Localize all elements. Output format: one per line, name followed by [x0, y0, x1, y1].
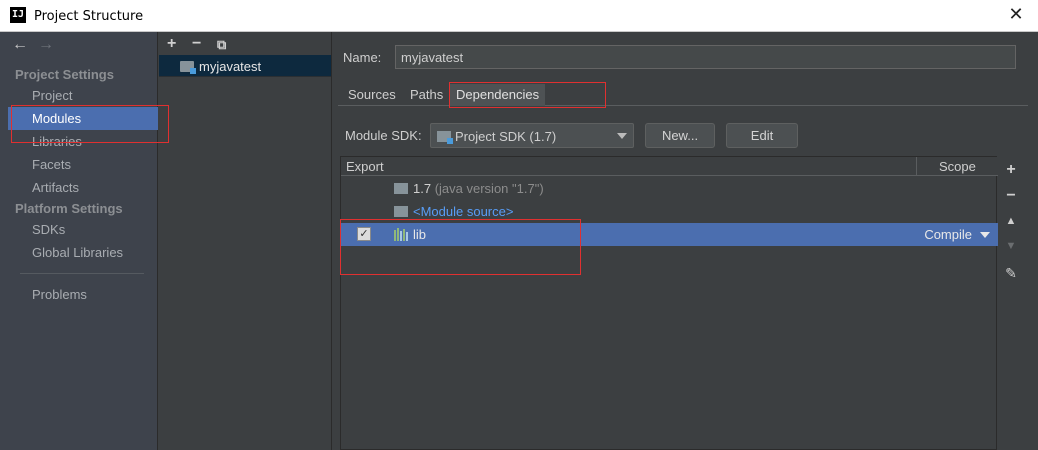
sidebar-item-global-libraries[interactable]: Global Libraries: [8, 241, 158, 264]
module-folder-icon: [180, 61, 196, 74]
module-source-folder-icon: [394, 206, 408, 217]
title-bar: IJ Project Structure ✕: [0, 0, 1038, 32]
module-list-panel: + − ⧉ myjavatest: [159, 32, 332, 450]
sidebar-item-problems[interactable]: Problems: [8, 283, 158, 306]
remove-dependency-icon[interactable]: −: [1001, 187, 1021, 205]
table-row[interactable]: <Module source>: [341, 200, 998, 223]
library-icon: [394, 228, 410, 244]
header-export[interactable]: Export: [346, 159, 384, 174]
sidebar-item-sdks[interactable]: SDKs: [8, 218, 158, 241]
sidebar-divider: [20, 273, 144, 274]
module-name-input[interactable]: [395, 45, 1016, 69]
sdk-folder-icon: [437, 131, 453, 144]
window-title: Project Structure: [34, 9, 144, 24]
dependency-name: 1.7 (java version "1.7"): [413, 181, 544, 196]
back-arrow-icon[interactable]: ←: [12, 36, 28, 54]
sidebar-item-facets[interactable]: Facets: [8, 153, 158, 176]
settings-sidebar: ← → Project Settings Project Modules Lib…: [0, 32, 158, 450]
section-project-settings: Project Settings: [15, 67, 114, 82]
sidebar-item-artifacts[interactable]: Artifacts: [8, 176, 158, 199]
section-platform-settings: Platform Settings: [15, 201, 123, 216]
remove-icon[interactable]: −: [192, 35, 201, 53]
edit-dependency-icon[interactable]: ✎: [1001, 265, 1021, 282]
dependency-name: <Module source>: [413, 204, 514, 219]
table-header: Export Scope: [341, 157, 998, 176]
header-separator: [916, 157, 917, 176]
tab-paths[interactable]: Paths: [404, 84, 449, 106]
dependencies-table: Export Scope 1.7 (java version "1.7") <M…: [340, 156, 998, 450]
module-settings-panel: Name: Sources Paths Dependencies Module …: [333, 32, 1038, 450]
table-row[interactable]: 1.7 (java version "1.7"): [341, 177, 998, 200]
forward-arrow-icon[interactable]: →: [38, 36, 54, 54]
scope-value[interactable]: Compile: [924, 227, 972, 242]
tab-dependencies[interactable]: Dependencies: [450, 84, 546, 106]
module-sdk-label: Module SDK:: [345, 128, 422, 143]
add-icon[interactable]: +: [167, 35, 176, 53]
close-icon[interactable]: ✕: [1006, 5, 1026, 25]
module-label: myjavatest: [199, 59, 262, 74]
sidebar-item-libraries[interactable]: Libraries: [8, 130, 158, 153]
dependency-name: lib: [413, 227, 427, 242]
table-row[interactable]: ✓ lib Compile: [341, 223, 998, 246]
tab-sources[interactable]: Sources: [342, 84, 402, 106]
sidebar-item-project[interactable]: Project: [8, 84, 158, 107]
module-tabs: Sources Paths Dependencies: [338, 84, 1028, 106]
sidebar-item-modules[interactable]: Modules: [8, 107, 158, 130]
jdk-folder-icon: [394, 183, 408, 194]
chevron-down-icon: [617, 133, 627, 139]
name-label: Name:: [343, 50, 382, 65]
intellij-app-icon: IJ: [10, 7, 26, 23]
chevron-down-icon[interactable]: [980, 232, 990, 238]
export-checkbox[interactable]: ✓: [357, 227, 371, 241]
header-scope[interactable]: Scope: [939, 159, 976, 174]
new-sdk-button[interactable]: New...: [645, 123, 715, 148]
module-item-myjavatest[interactable]: myjavatest: [159, 55, 331, 77]
move-down-icon[interactable]: ▼: [1001, 240, 1021, 252]
move-up-icon[interactable]: ▲: [1001, 215, 1021, 227]
module-sdk-select[interactable]: Project SDK (1.7): [430, 123, 634, 148]
copy-icon[interactable]: ⧉: [217, 36, 226, 54]
module-sdk-value: Project SDK (1.7): [455, 129, 557, 144]
edit-sdk-button[interactable]: Edit: [726, 123, 798, 148]
add-dependency-icon[interactable]: +: [1001, 161, 1021, 179]
